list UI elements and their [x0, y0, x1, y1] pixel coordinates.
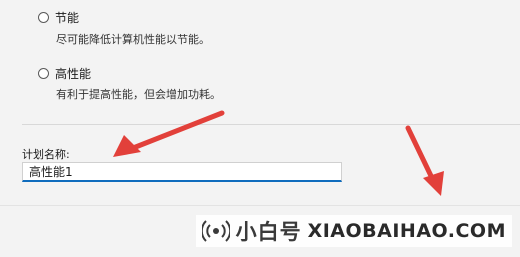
plan-name-input[interactable]: [22, 162, 342, 182]
plan-name-label: 计划名称:: [22, 148, 70, 161]
radio-button-power-saver[interactable]: [38, 12, 49, 23]
option-description-high-performance: 有利于提高性能，但会增加功耗。: [56, 88, 221, 101]
section-divider: [22, 124, 520, 125]
radio-option-power-saver[interactable]: 节能: [38, 9, 79, 26]
radio-button-high-performance[interactable]: [38, 68, 49, 79]
option-description-power-saver: 尽可能降低计算机性能以节能。: [56, 33, 210, 46]
footer-divider: [0, 205, 520, 206]
arrow-to-plan-name: [113, 110, 225, 157]
watermark-brand-cn: 小白号: [235, 220, 302, 244]
broadcast-icon: [201, 220, 230, 242]
option-title-high-performance: 高性能: [55, 67, 92, 81]
watermark-brand-en: XIAOBAIHAO.COM: [307, 220, 506, 242]
radio-option-high-performance[interactable]: 高性能: [38, 65, 91, 82]
watermark: 小白号 XIAOBAIHAO.COM: [195, 215, 512, 247]
option-title-power-saver: 节能: [55, 11, 80, 25]
arrow-to-footer: [405, 125, 444, 196]
power-plan-panel: 节能 尽可能降低计算机性能以节能。 高性能 有利于提高性能，但会增加功耗。 计划…: [0, 0, 520, 257]
